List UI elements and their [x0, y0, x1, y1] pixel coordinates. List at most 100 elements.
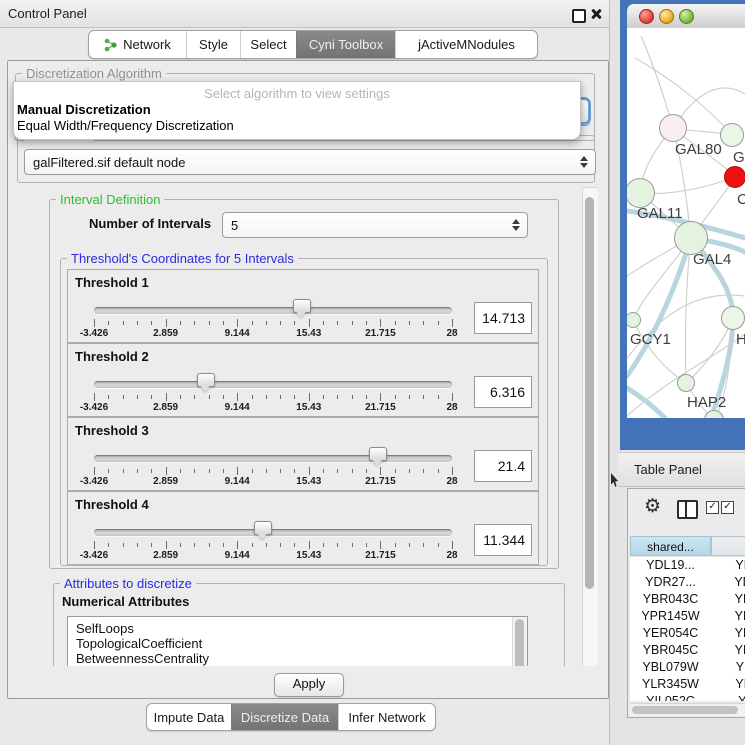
close-traffic-light-icon[interactable] — [639, 9, 654, 24]
threshold-2-value-field[interactable]: 6.316 — [474, 376, 532, 408]
number-of-intervals-value: 5 — [231, 218, 238, 233]
table-cell: YBR045C — [630, 642, 711, 659]
control-panel-titlebar: Control Panel — [0, 0, 609, 28]
threshold-4-slider[interactable] — [94, 520, 452, 542]
tab-infer-network[interactable]: Infer Network — [338, 704, 435, 730]
tab-network-label: Network — [123, 37, 171, 52]
settings-scrollbar-thumb[interactable] — [585, 197, 594, 589]
slider-thumb[interactable] — [254, 521, 272, 535]
table-row[interactable]: YDL19...YDL1 — [630, 557, 745, 574]
table-row[interactable]: YER054CYER0 — [630, 625, 745, 642]
checkbox-checked-icon[interactable]: ✓ — [721, 501, 734, 514]
table-row[interactable]: YDR27...YDR2 — [630, 574, 745, 591]
tab-infer-network-label: Infer Network — [348, 710, 425, 725]
table-row[interactable]: YBL079WYBL0 — [630, 659, 745, 676]
threshold-4-value-field[interactable]: 11.344 — [474, 524, 532, 556]
algorithm-option-equal-width[interactable]: Equal Width/Frequency Discretization — [14, 118, 580, 134]
hap2-node[interactable] — [677, 374, 695, 392]
table-row[interactable]: YPR145WYPR1 — [630, 608, 745, 625]
table-cell: YBL079W — [630, 659, 711, 676]
list-scrollbar-thumb[interactable] — [515, 619, 524, 666]
app-root: Control Panel Network Style Select Cyni … — [0, 0, 745, 745]
tab-cyni-toolbox[interactable]: Cyni Toolbox — [296, 31, 395, 58]
gal4-node[interactable] — [674, 221, 708, 255]
panel-title: Control Panel — [8, 6, 87, 21]
settings-scroll-viewport: Interval Definition Number of Intervals … — [41, 187, 598, 666]
slider-track[interactable] — [94, 381, 452, 388]
zoom-traffic-light-icon[interactable] — [679, 9, 694, 24]
algorithm-prompt-option[interactable]: Select algorithm to view settings — [14, 86, 580, 102]
threshold-1-slider[interactable] — [94, 298, 452, 320]
threshold-3-value-field[interactable]: 21.4 — [474, 450, 532, 482]
network-node-label: GAL11 — [637, 205, 683, 222]
table-hscrollbar-thumb[interactable] — [632, 706, 738, 714]
table-row[interactable]: YIL052CYIL0 — [630, 693, 745, 701]
checkbox-checked-icon[interactable]: ✓ — [706, 501, 719, 514]
slider-thumb[interactable] — [197, 373, 215, 387]
threshold-3-slider[interactable] — [94, 446, 452, 468]
table-cell: YLR345W — [630, 676, 711, 693]
network-window-titlebar[interactable] — [627, 4, 745, 29]
red-node[interactable] — [724, 166, 745, 188]
tab-discretize-data[interactable]: Discretize Data — [231, 704, 338, 730]
table-row[interactable]: YBR043CYBR0 — [630, 591, 745, 608]
numerical-attributes-label: Numerical Attributes — [62, 594, 189, 609]
table-row[interactable]: YLR345WYLR3 — [630, 676, 745, 693]
node[interactable] — [720, 123, 744, 147]
float-window-icon[interactable] — [572, 9, 586, 23]
top-tab-bar: Network Style Select Cyni Toolbox jActiv… — [88, 30, 538, 59]
algorithm-option-manual[interactable]: Manual Discretization — [14, 102, 580, 118]
table-header-row: shared... n — [630, 536, 745, 556]
slider-thumb[interactable] — [369, 447, 387, 461]
tick-label: 15.43 — [296, 402, 321, 413]
slider-track[interactable] — [94, 307, 452, 314]
node[interactable] — [721, 306, 745, 330]
attribute-list-item[interactable]: SelfLoops — [68, 621, 527, 636]
apply-button[interactable]: Apply — [274, 673, 344, 697]
tick-label: 28 — [446, 550, 457, 561]
columns-icon[interactable] — [677, 500, 698, 519]
column-header-shared-name[interactable]: shared... — [630, 536, 711, 556]
threshold-2-slider[interactable] — [94, 372, 452, 394]
number-of-intervals-select[interactable]: 5 — [222, 212, 528, 238]
tick-label: 2.859 — [153, 550, 178, 561]
attribute-list-item[interactable]: BetweennessCentrality — [68, 651, 527, 666]
minimize-traffic-light-icon[interactable] — [659, 9, 674, 24]
tick-label: 21.715 — [365, 402, 396, 413]
combo-arrows-icon — [512, 219, 527, 231]
slider-tick-labels: -3.4262.8599.14415.4321.71528 — [94, 328, 452, 339]
threshold-1-value-field[interactable]: 14.713 — [474, 302, 532, 334]
table-row[interactable]: YBR045CYBR0 — [630, 642, 745, 659]
tab-network[interactable]: Network — [89, 31, 186, 58]
gal80-node[interactable] — [659, 114, 687, 142]
table-data-select[interactable]: galFiltered.sif default node — [24, 149, 596, 175]
slider-track[interactable] — [94, 455, 452, 462]
network-view-window[interactable]: GAL80GACGAL11GAL4GCY1HHAP2 — [620, 0, 745, 450]
gear-icon[interactable]: ⚙ — [644, 495, 661, 518]
close-icon[interactable] — [590, 8, 602, 20]
table-horizontal-scrollbar[interactable] — [630, 703, 745, 716]
list-scrollbar[interactable] — [512, 617, 527, 666]
network-node-label: HAP2 — [687, 394, 726, 411]
slider-track[interactable] — [94, 529, 452, 536]
tab-style[interactable]: Style — [186, 31, 240, 58]
threshold-1-panel: Threshold 1 -3.4262.8599.14415.4321.7152… — [67, 269, 539, 343]
attribute-list-item[interactable]: TopologicalCoefficient — [68, 636, 527, 651]
network-canvas[interactable]: GAL80GACGAL11GAL4GCY1HHAP2 — [627, 28, 745, 418]
tab-impute-data[interactable]: Impute Data — [147, 704, 231, 730]
algorithm-dropdown-popup: Select algorithm to view settings Manual… — [13, 81, 581, 140]
threshold-4-label: Threshold 4 — [75, 497, 149, 512]
numerical-attributes-list[interactable]: SelfLoopsTopologicalCoefficientBetweenne… — [67, 616, 528, 666]
table-cell: YDL19... — [630, 557, 711, 574]
column-header-name[interactable]: n — [711, 536, 745, 556]
tab-discretize-data-label: Discretize Data — [241, 710, 329, 725]
column-visibility-icons: ✓ ✓ — [706, 501, 734, 514]
network-node-label: GAL4 — [693, 251, 731, 268]
interval-definition-group: Interval Definition Number of Intervals … — [49, 199, 559, 569]
settings-vertical-scrollbar[interactable] — [582, 187, 598, 666]
slider-tick-labels: -3.4262.8599.14415.4321.71528 — [94, 476, 452, 487]
tab-jactivemnodules[interactable]: jActiveMNodules — [395, 31, 537, 58]
tab-select[interactable]: Select — [240, 31, 296, 58]
slider-thumb[interactable] — [293, 299, 311, 313]
cyni-toolbox-panel: Discretization Algorithm Select algorith… — [7, 60, 609, 699]
